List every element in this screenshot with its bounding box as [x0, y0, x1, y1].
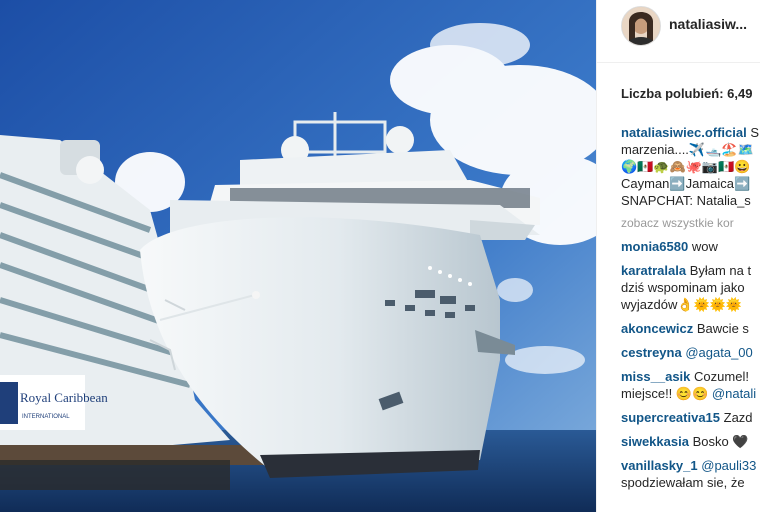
cruise-ship-image: Royal Caribbean INTERNATIONAL	[0, 0, 596, 512]
comment: supercreativa15 Zazd	[621, 409, 760, 426]
caption-username[interactable]: nataliasiwiec.official	[621, 125, 747, 140]
comment-mention[interactable]: @pauli33	[701, 458, 756, 473]
comment: monia6580 wow	[621, 238, 760, 255]
comment-username[interactable]: karatralala	[621, 263, 686, 278]
comment-text-cont: miejsce!! 😊😊 @natali	[621, 385, 760, 402]
comment-text: Byłam na t	[689, 263, 752, 278]
comment-mention[interactable]: @agata_00	[685, 345, 752, 360]
post-sidebar: nataliasiw... Liczba polubień: 6,49 nata…	[596, 0, 760, 512]
comment-username[interactable]: supercreativa15	[621, 410, 720, 425]
comment: siwekkasia Bosko 🖤	[621, 433, 760, 450]
comment-text-cont: wyjazdów👌🌞🌞🌞	[621, 297, 743, 312]
post-photo[interactable]: Royal Caribbean INTERNATIONAL	[0, 0, 596, 512]
caption-line-5: SNAPCHAT: Natalia_s	[621, 193, 751, 208]
comment: karatralala Byłam na t	[621, 262, 760, 279]
post-header: nataliasiw...	[597, 0, 760, 63]
comment: cestreyna @agata_00	[621, 344, 760, 361]
comment-username[interactable]: akoncewicz	[621, 321, 693, 336]
comment-text: miejsce!! 😊😊	[621, 386, 709, 401]
caption-line-4: Cayman➡️Jamaica➡️	[621, 176, 751, 191]
likes-count[interactable]: Liczba polubień: 6,49	[621, 86, 752, 101]
comment-mention[interactable]: @natali	[712, 386, 756, 401]
comment: vanillasky_1 @pauli33	[621, 457, 760, 474]
comment-username[interactable]: monia6580	[621, 239, 688, 254]
comment-username[interactable]: siwekkasia	[621, 434, 689, 449]
comment-username[interactable]: vanillasky_1	[621, 458, 698, 473]
comment-text-cont: dziś wspominam jako	[621, 280, 745, 295]
comment-text: Zazd	[723, 410, 753, 425]
comment-text: Bosko 🖤	[692, 434, 749, 449]
comment-text: Cozumel!	[694, 369, 749, 384]
royal-caribbean-sub: INTERNATIONAL	[22, 414, 70, 420]
username-link[interactable]: nataliasiw...	[669, 16, 747, 32]
caption-line-3: 🌍🇲🇽🐢🙈🐙📷🇲🇽😀	[621, 159, 751, 174]
comments-list: nataliasiwiec.official S marzenia....✈️🛥…	[621, 124, 760, 491]
avatar[interactable]	[621, 6, 661, 46]
caption-line-2: marzenia....✈️🛥️🏖️🗺️	[621, 142, 754, 157]
comment-text: Bawcie s	[696, 321, 749, 336]
comment-username[interactable]: cestreyna	[621, 345, 682, 360]
comment: miss__asik Cozumel!	[621, 368, 760, 385]
view-all-comments-link[interactable]: zobacz wszystkie kor	[621, 215, 760, 232]
royal-caribbean-logo: Royal Caribbean	[20, 390, 108, 405]
comment-username[interactable]: miss__asik	[621, 369, 690, 384]
comment: akoncewicz Bawcie s	[621, 320, 760, 337]
caption-line-1: nataliasiwiec.official S	[621, 124, 760, 141]
comment-text: wow	[691, 239, 718, 254]
comment-text-cont: spodziewałam sie, że	[621, 475, 745, 490]
caption-text: S	[750, 125, 760, 140]
